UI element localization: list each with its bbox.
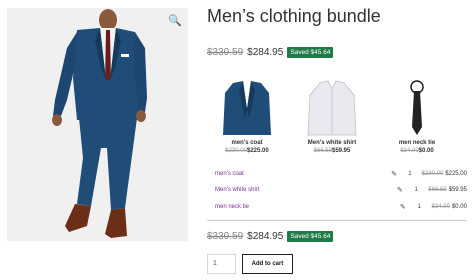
item-price: $230.00 $225.00 [422, 171, 467, 177]
item-quantity: 1 [417, 204, 422, 210]
edit-icon[interactable]: ✎ [390, 170, 398, 178]
edit-icon[interactable]: ✎ [398, 203, 407, 211]
item-old-price: $230.00 [421, 171, 444, 177]
sale-price: $284.95 [247, 47, 284, 58]
card-old-price: $230.00 [225, 148, 247, 154]
card-new-price: $225.00 [247, 148, 269, 154]
bundle-card-name: men neck tie [398, 140, 436, 146]
card-old-price: $34.00 [400, 148, 419, 154]
item-new-price: $225.00 [445, 171, 467, 177]
item-link[interactable]: men neck tie [215, 204, 311, 210]
list-item: Men's white shirt ✎ 1 $66.59 $59.95 [215, 182, 467, 198]
magnifier-icon[interactable]: 🔍 [168, 14, 182, 28]
shirt-image [298, 75, 366, 137]
sale-price: $284.95 [247, 231, 284, 242]
item-link[interactable]: men's coat [215, 171, 307, 177]
card-new-price: $59.95 [332, 148, 351, 154]
list-item: men's coat ✎ 1 $230.00 $225.00 [215, 166, 467, 182]
coat-image [213, 75, 281, 137]
bundle-card-coat[interactable]: men's coat $230.00$225.00 [213, 75, 281, 154]
quantity-input[interactable]: 1 [207, 254, 236, 274]
item-new-price: $59.95 [448, 187, 467, 193]
original-price: $330.59 [207, 231, 244, 242]
item-new-price: $0.00 [451, 204, 467, 210]
bundle-card-name: men's coat [231, 140, 263, 146]
edit-icon[interactable]: ✎ [396, 186, 405, 194]
man-in-suit-illustration [7, 8, 188, 241]
original-price: $330.59 [207, 47, 244, 58]
item-link[interactable]: Men's white shirt [215, 187, 310, 193]
add-to-cart-button[interactable]: Add to cart [242, 254, 293, 274]
bundle-card-price: $34.00$0.00 [383, 148, 451, 154]
saved-badge: Saved $45.64 [287, 47, 334, 58]
bundle-card-shirt[interactable]: Men's white shirt $66.59$59.95 [298, 75, 366, 154]
divider [207, 220, 467, 221]
saved-badge: Saved $45.64 [287, 231, 334, 242]
product-image[interactable]: 🔍 [7, 8, 188, 241]
bundle-total-price: $330.59 $284.95 Saved $45.64 [207, 231, 334, 242]
list-item: men neck tie ✎ 1 $34.00 $0.00 [215, 199, 467, 215]
item-old-price: $34.00 [431, 204, 450, 210]
card-new-price: $0.00 [418, 148, 434, 154]
item-old-price: $66.59 [428, 187, 447, 193]
item-price: $66.59 $59.95 [428, 187, 467, 193]
item-quantity: 1 [414, 187, 418, 193]
tie-image [383, 75, 451, 137]
item-quantity: 1 [408, 171, 412, 177]
card-old-price: $66.59 [313, 148, 332, 154]
bundle-card-name: Men's white shirt [307, 140, 357, 146]
bundle-card-tie[interactable]: men neck tie $34.00$0.00 [383, 75, 451, 154]
bundle-card-price: $66.59$59.95 [298, 148, 366, 154]
bundle-card-price: $230.00$225.00 [213, 148, 281, 154]
product-price: $330.59 $284.95 Saved $45.64 [207, 47, 334, 58]
item-price: $34.00 $0.00 [432, 204, 467, 210]
product-title: Men’s clothing bundle [207, 6, 381, 26]
